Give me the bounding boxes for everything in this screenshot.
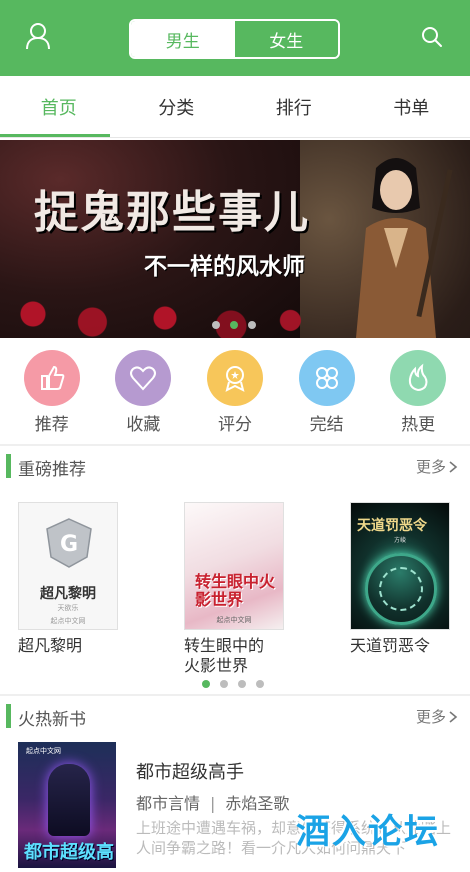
book-cover: G 超凡黎明 天欲乐 起点中文网 — [18, 502, 118, 630]
category-favorites[interactable]: 收藏 — [109, 340, 177, 444]
section-title: 重磅推荐 — [18, 460, 86, 480]
banner-dot-3[interactable] — [248, 321, 256, 329]
book-title: 超凡黎明 — [18, 636, 83, 655]
category-shortcuts: 推荐 收藏 评分 完结 热更 — [0, 340, 470, 444]
hot-book-title[interactable]: 都市超级高手 — [136, 758, 244, 784]
section-accent-bar — [6, 454, 11, 478]
featured-dot-3[interactable] — [238, 680, 246, 688]
book-title: 转生眼中的 火影世界 — [184, 636, 284, 676]
main-nav-tabs: 首页 分类 排行 书单 — [0, 76, 470, 138]
featured-dot-1[interactable] — [202, 680, 210, 688]
banner-character-illustration — [356, 158, 453, 338]
search-icon[interactable] — [420, 25, 444, 49]
cover-author: 天欲乐 — [57, 604, 79, 612]
more-label: 更多 — [415, 458, 446, 476]
featured-pagination — [202, 680, 264, 688]
flame-icon — [390, 350, 447, 406]
user-profile-icon[interactable] — [24, 22, 52, 50]
book-author: 赤焰圣歌 — [225, 794, 290, 813]
section-title: 火热新书 — [18, 710, 86, 730]
book-cover: 转生眼中火影世界 起点中文网 — [184, 502, 284, 630]
cover-publisher: 起点中文网 — [216, 616, 252, 624]
heart-icon — [115, 350, 172, 406]
cover-character — [48, 764, 90, 836]
tab-booklist[interactable]: 书单 — [353, 76, 470, 137]
book-title-line: 转生眼中的 — [184, 636, 265, 655]
category-label: 收藏 — [126, 415, 161, 435]
cover-author: 方峻 — [393, 537, 406, 544]
tab-ranking[interactable]: 排行 — [235, 76, 353, 137]
category-label: 推荐 — [34, 415, 69, 435]
banner-dot-1[interactable] — [212, 321, 220, 329]
cover-publisher: 起点中文网 — [26, 747, 61, 755]
cover-title: 超凡黎明 — [40, 586, 96, 602]
clover-icon — [298, 350, 355, 406]
more-label: 更多 — [415, 708, 446, 726]
tab-home[interactable]: 首页 — [0, 76, 118, 137]
banner-pagination — [212, 321, 256, 329]
cover-title: 都市超级高手 — [24, 842, 114, 863]
book-cover: 天道罚恶令 方峻 — [350, 502, 450, 630]
category-label: 评分 — [217, 415, 252, 435]
hot-new-section-header: 火热新书 更多 — [0, 696, 470, 736]
book-card[interactable]: 天道罚恶令 方峻 天道罚恶令 — [350, 502, 450, 656]
app-screen: 男生 女生 首页 分类 排行 书单 捉鬼那些事儿 不一样的风水师 推荐 收藏 评… — [0, 0, 470, 872]
gender-tab-female[interactable]: 女生 — [234, 21, 338, 57]
featured-section-header: 重磅推荐 更多 — [0, 446, 470, 486]
chevron-right-icon — [449, 710, 458, 723]
category-hot-updates[interactable]: 热更 — [384, 340, 452, 444]
category-rating[interactable]: 评分 — [201, 340, 269, 444]
hot-book-meta: 都市言情 | 赤焰圣歌 — [136, 790, 289, 814]
cover-title: 天道罚恶令 — [357, 518, 427, 534]
cover-publisher: 起点中文网 — [50, 617, 86, 625]
banner-subtitle: 不一样的风水师 — [144, 254, 305, 280]
book-genre: 都市言情 — [136, 794, 201, 813]
svg-text:G: G — [60, 532, 78, 557]
tab-category[interactable]: 分类 — [118, 76, 236, 137]
cover-emblem: G — [46, 518, 92, 568]
category-completed[interactable]: 完结 — [293, 340, 361, 444]
thumbs-up-icon — [23, 350, 80, 406]
top-header: 男生 女生 — [0, 0, 470, 76]
category-label: 完结 — [309, 415, 344, 435]
book-card[interactable]: G 超凡黎明 天欲乐 起点中文网 超凡黎明 — [18, 502, 118, 656]
banner-dot-2[interactable] — [230, 321, 238, 329]
meta-separator: | — [210, 794, 216, 813]
cover-title: 转生眼中火影世界 — [195, 572, 276, 609]
cover-magic-circle-inner — [379, 567, 423, 611]
section-accent-bar — [6, 704, 11, 728]
category-recommend[interactable]: 推荐 — [18, 340, 86, 444]
featured-more-link[interactable]: 更多 — [416, 456, 458, 477]
forum-watermark: 酒入论坛 — [296, 812, 440, 852]
hot-book-cover[interactable]: 起点中文网 都市超级高手 — [18, 742, 116, 868]
chevron-right-icon — [449, 460, 458, 473]
featured-dot-2[interactable] — [220, 680, 228, 688]
category-label: 热更 — [401, 415, 436, 435]
book-card[interactable]: 转生眼中火影世界 起点中文网 转生眼中的 火影世界 — [184, 502, 284, 676]
featured-dot-4[interactable] — [256, 680, 264, 688]
rating-badge-icon — [206, 350, 263, 406]
book-title-line: 火影世界 — [184, 656, 249, 675]
gender-tab-male[interactable]: 男生 — [131, 21, 235, 57]
book-title: 天道罚恶令 — [350, 636, 431, 655]
gender-toggle: 男生 女生 — [129, 19, 340, 59]
hot-new-more-link[interactable]: 更多 — [416, 706, 458, 727]
banner-title: 捉鬼那些事儿 — [34, 187, 310, 238]
